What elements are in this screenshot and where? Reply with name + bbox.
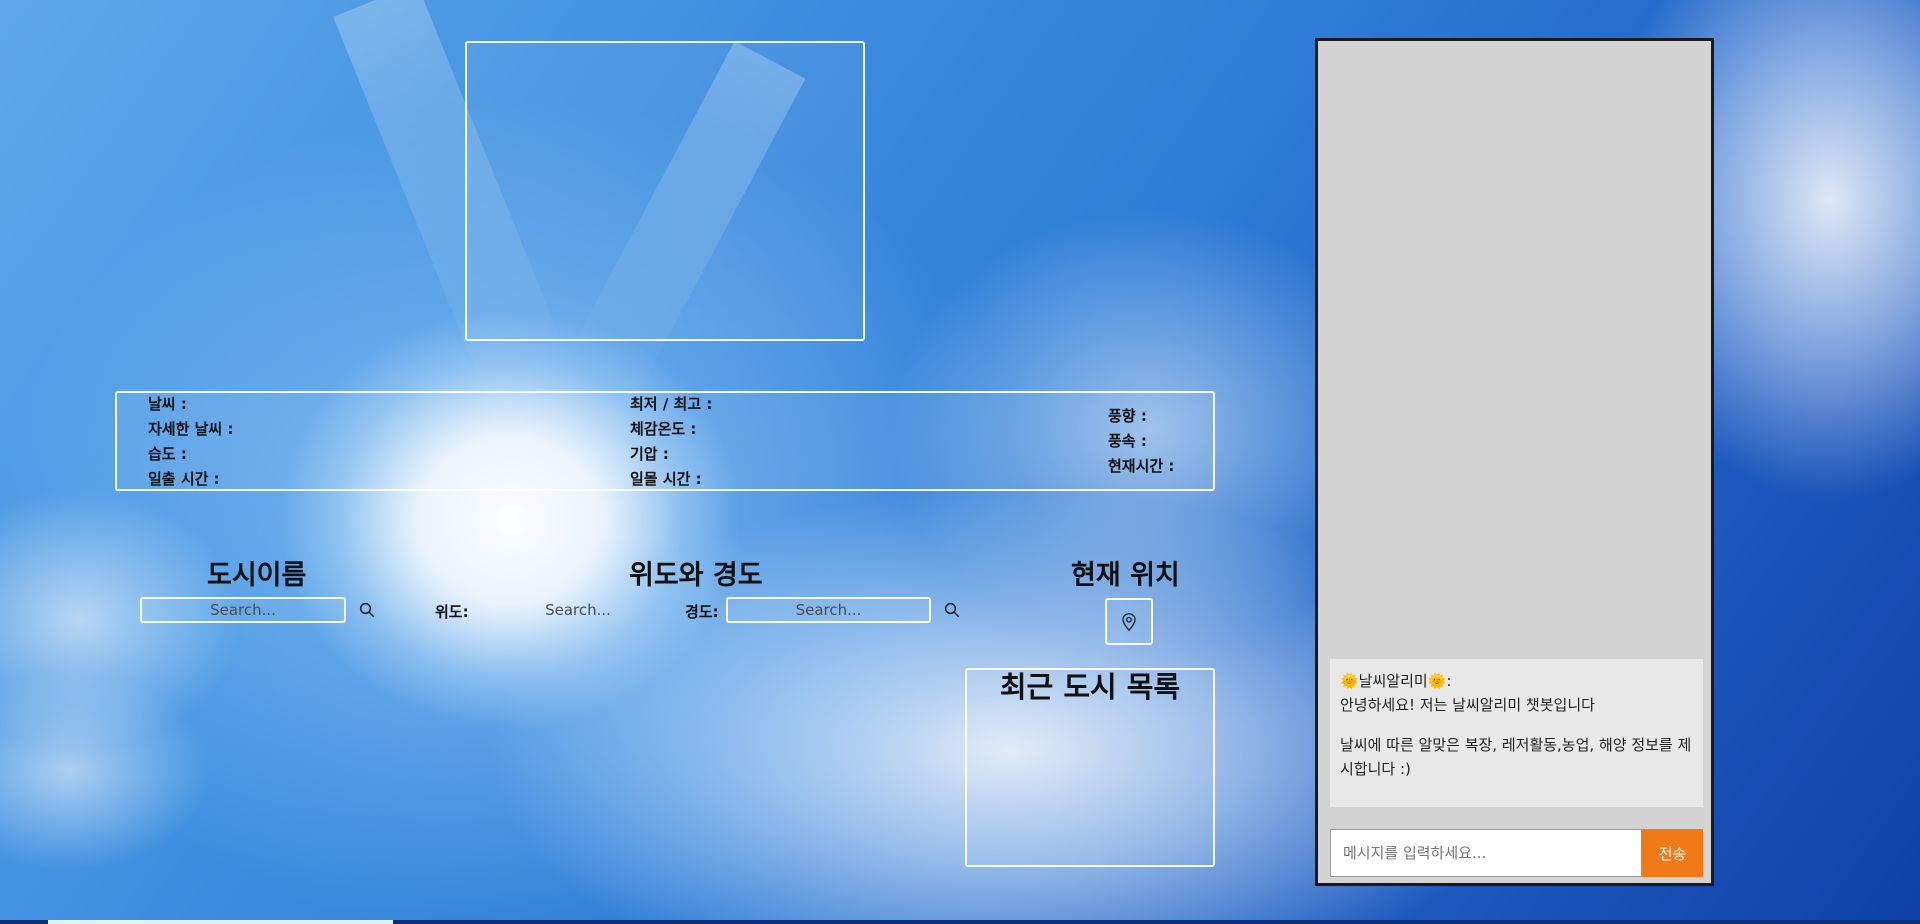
chat-input-row: 전송 [1330, 829, 1703, 877]
longitude-input[interactable] [726, 597, 931, 623]
current-location-button[interactable] [1105, 598, 1153, 645]
bot-message: 🌞날씨알리미🌞: 안녕하세요! 저는 날씨알리미 챗봇입니다 날씨에 따른 알맞… [1330, 659, 1703, 807]
chatbot-panel: 🌞날씨알리미🌞: 안녕하세요! 저는 날씨알리미 챗봇입니다 날씨에 따른 알맞… [1315, 38, 1714, 886]
humidity-label: 습도 : [148, 445, 187, 463]
weather-icon-box [465, 41, 865, 341]
coord-search-title: 위도와 경도 [629, 560, 763, 591]
city-search-input[interactable] [140, 597, 346, 623]
latitude-input[interactable] [508, 597, 648, 623]
chat-message-input[interactable] [1330, 829, 1642, 877]
detail-weather-label: 자세한 날씨 : [148, 420, 234, 438]
coord-search-icon[interactable] [943, 601, 961, 619]
weather-label: 날씨 : [148, 395, 187, 413]
current-location-title: 현재 위치 [1071, 560, 1180, 591]
recent-cities-box: 최근 도시 목록 [965, 668, 1215, 867]
bottom-edge-highlight [48, 920, 393, 924]
city-search-title: 도시이름 [207, 560, 307, 591]
min-max-label: 최저 / 최고 : [630, 395, 713, 413]
sunrise-label: 일출 시간 : [148, 470, 220, 488]
wind-direction-label: 풍향 : [1108, 407, 1147, 425]
weather-info-panel: 날씨 : 자세한 날씨 : 습도 : 일출 시간 : 최저 / 최고 : 체감온… [115, 391, 1215, 491]
feels-like-label: 체감온도 : [630, 420, 697, 438]
sunset-label: 일몰 시간 : [630, 470, 702, 488]
bot-name: 🌞날씨알리미🌞: [1340, 672, 1452, 690]
longitude-label: 경도: [685, 603, 719, 621]
send-button[interactable]: 전송 [1642, 829, 1703, 877]
pressure-label: 기압 : [630, 445, 669, 463]
current-time-label: 현재시간 : [1108, 457, 1175, 475]
bot-greeting: 안녕하세요! 저는 날씨알리미 챗봇입니다 [1340, 696, 1595, 714]
city-search-icon[interactable] [358, 601, 376, 619]
latitude-label: 위도: [435, 603, 469, 621]
recent-cities-title: 최근 도시 목록 [999, 670, 1181, 704]
location-pin-icon [1122, 612, 1136, 631]
wind-speed-label: 풍속 : [1108, 432, 1147, 450]
bot-description: 날씨에 따른 알맞은 복장, 레저활동,농업, 해양 정보를 제시합니다 :) [1340, 736, 1692, 778]
